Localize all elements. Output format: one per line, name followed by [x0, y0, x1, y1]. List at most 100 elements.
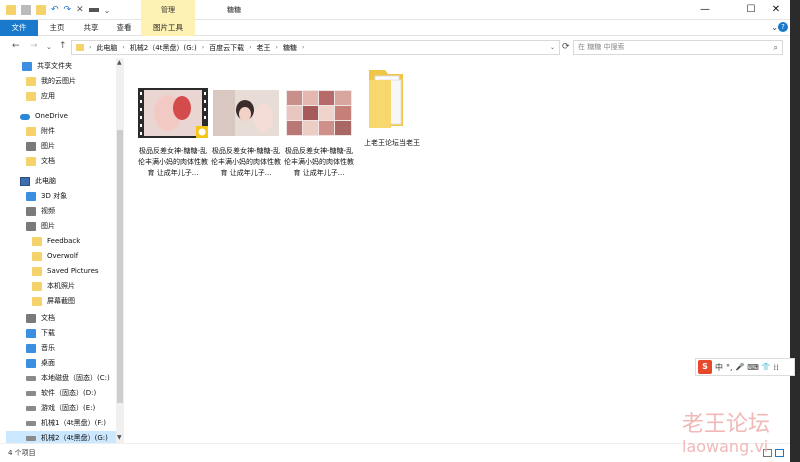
- tab-file[interactable]: 文件: [0, 20, 38, 36]
- context-tab-manage[interactable]: 管理: [141, 0, 195, 20]
- search-placeholder: 在 糖糖 中搜索: [578, 43, 625, 51]
- nav-item-cloud-pictures[interactable]: 我的云图片: [26, 74, 76, 89]
- skin-icon[interactable]: 👕: [762, 363, 771, 371]
- ime-mode-toggle[interactable]: 中: [715, 362, 723, 373]
- music-icon: [26, 344, 36, 353]
- nav-item-screenshots[interactable]: 屏幕截图: [32, 294, 75, 309]
- microphone-icon[interactable]: 🎤: [736, 363, 745, 371]
- image-thumbnail: [284, 88, 354, 138]
- rename-icon[interactable]: [88, 8, 99, 12]
- folder-icon: [26, 127, 36, 136]
- nav-item-onedrive-pictures[interactable]: 图片: [26, 139, 55, 154]
- ribbon-expand-icon[interactable]: ⌄: [771, 23, 778, 32]
- nav-item-documents[interactable]: 文档: [26, 311, 55, 326]
- nav-item-overwolf[interactable]: Overwolf: [32, 249, 78, 264]
- toolbox-icon[interactable]: ⁞⁞: [774, 363, 779, 372]
- back-button[interactable]: ←: [12, 41, 20, 51]
- address-bar[interactable]: › 此电脑 › 机械2（4t黑盘）(G:) › 百度云下载 › 老王 › 糖糖 …: [71, 40, 560, 55]
- watermark-url: laowang.vi: [682, 437, 769, 456]
- folder-icon: [32, 267, 42, 276]
- breadcrumb-laowang[interactable]: 老王: [257, 43, 271, 53]
- drive-icon: [26, 391, 36, 396]
- breadcrumb-current[interactable]: 糖糖: [283, 43, 297, 53]
- status-bar: 4 个项目: [0, 443, 790, 462]
- image-thumbnail-icon: [213, 90, 279, 136]
- nav-item-videos[interactable]: 视频: [26, 204, 55, 219]
- nav-item-feedback[interactable]: Feedback: [32, 234, 80, 249]
- recent-locations-button[interactable]: ⌄: [46, 43, 52, 51]
- file-item-folder[interactable]: 上老王论坛当老王: [357, 66, 427, 149]
- title-bar: ↶ ↷ ✕ ⌄ 管理 糖糖 — ☐ ✕: [0, 0, 790, 20]
- nav-item-this-pc[interactable]: 此电脑: [20, 174, 56, 189]
- customize-toolbar-icon[interactable]: ⌄: [104, 6, 111, 15]
- refresh-button[interactable]: ⟳: [562, 42, 570, 52]
- cube-icon: [26, 192, 36, 201]
- nav-item-downloads[interactable]: 下载: [26, 326, 55, 341]
- folder-icon: [32, 252, 42, 261]
- breadcrumb-baidu-download[interactable]: 百度云下载: [209, 43, 244, 53]
- undo-icon[interactable]: ↶: [51, 5, 59, 15]
- keyboard-icon[interactable]: ⌨: [747, 363, 759, 372]
- drive-icon: [26, 421, 36, 426]
- video-icon: [26, 207, 36, 216]
- large-icons-view-icon[interactable]: [775, 449, 784, 457]
- nav-item-drive-f[interactable]: 机械1（4t黑盘）(F:): [26, 416, 106, 431]
- ime-toolbar[interactable]: S 中 °, 🎤 ⌨ 👕 ⁞⁞: [695, 358, 795, 376]
- close-button[interactable]: ✕: [762, 0, 790, 20]
- punctuation-icon[interactable]: °,: [726, 363, 733, 372]
- redo-icon[interactable]: ↷: [64, 5, 72, 15]
- nav-scrollbar-thumb[interactable]: [117, 130, 123, 403]
- nav-item-camera-roll[interactable]: 本机照片: [32, 279, 75, 294]
- help-icon[interactable]: ?: [778, 22, 788, 32]
- drive-icon: [26, 376, 36, 381]
- ribbon-tabs: 文件 主页 共享 查看 图片工具 ⌄ ?: [0, 20, 790, 36]
- file-name: 极品反差女神-糖糖-乱伦丰满小妈的肉体性教育 让成年儿子...: [211, 147, 281, 177]
- nav-item-drive-d[interactable]: 软件（固态）(D:): [26, 386, 96, 401]
- file-list: 极品反差女神-糖糖-乱伦丰满小妈的肉体性教育 让成年儿子... 极品反差女神-糖…: [124, 58, 790, 443]
- minimize-button[interactable]: —: [682, 0, 728, 20]
- nav-item-onedrive[interactable]: OneDrive: [20, 109, 68, 124]
- tab-share[interactable]: 共享: [76, 20, 106, 36]
- file-item-image-1[interactable]: 极品反差女神-糖糖-乱伦丰满小妈的肉体性教育 让成年儿子...: [211, 88, 281, 179]
- nav-item-drive-e[interactable]: 游戏（固态）(E:): [26, 401, 95, 416]
- search-input[interactable]: 在 糖糖 中搜索 ⌕: [573, 40, 783, 55]
- nav-item-desktop[interactable]: 桌面: [26, 356, 55, 371]
- tab-view[interactable]: 查看: [109, 20, 139, 36]
- file-item-video[interactable]: 极品反差女神-糖糖-乱伦丰满小妈的肉体性教育 让成年儿子...: [138, 88, 208, 179]
- scroll-up-icon[interactable]: ▲: [117, 59, 122, 66]
- nav-item-onedrive-documents[interactable]: 文档: [26, 154, 55, 169]
- image-thumbnail: [211, 88, 281, 138]
- breadcrumb-pc[interactable]: 此电脑: [96, 43, 117, 53]
- desktop-edge: [790, 0, 800, 462]
- breadcrumb-drive-g[interactable]: 机械2（4t黑盘）(G:): [130, 43, 197, 53]
- up-button[interactable]: ↑: [59, 41, 67, 51]
- explorer-window: ↶ ↷ ✕ ⌄ 管理 糖糖 — ☐ ✕ 文件 主页 共享 查看 图片工具 ⌄ ?…: [0, 0, 790, 462]
- sogou-logo-icon[interactable]: S: [698, 360, 712, 374]
- folder-thumbnail: [357, 66, 427, 138]
- file-item-image-2[interactable]: 极品反差女神-糖糖-乱伦丰满小妈的肉体性教育 让成年儿子...: [284, 88, 354, 179]
- navigation-pane: 共享文件夹 我的云图片 应用 OneDrive 附件 图片 文档 此电脑 3D …: [0, 58, 124, 446]
- scroll-down-icon[interactable]: ▼: [117, 434, 122, 441]
- search-icon[interactable]: ⌕: [774, 41, 778, 54]
- tab-home[interactable]: 主页: [42, 20, 72, 36]
- nav-item-shared[interactable]: 共享文件夹: [22, 59, 72, 74]
- new-folder-icon[interactable]: [36, 5, 46, 15]
- properties-icon[interactable]: [21, 5, 31, 15]
- nav-item-saved-pictures[interactable]: Saved Pictures: [32, 264, 99, 279]
- nav-item-3d-objects[interactable]: 3D 对象: [26, 189, 67, 204]
- address-dropdown-icon[interactable]: ⌄: [550, 44, 555, 51]
- nav-item-pictures[interactable]: 图片: [26, 219, 55, 234]
- folder-icon: [26, 77, 36, 86]
- nav-item-apps[interactable]: 应用: [26, 89, 55, 104]
- nav-item-attachments[interactable]: 附件: [26, 124, 55, 139]
- video-thumbnail: [138, 88, 208, 138]
- forward-button[interactable]: →: [30, 41, 38, 51]
- file-name: 极品反差女神-糖糖-乱伦丰满小妈的肉体性教育 让成年儿子...: [138, 147, 208, 177]
- nav-item-drive-c[interactable]: 本地磁盘（固态）(C:): [26, 371, 110, 386]
- nav-item-music[interactable]: 音乐: [26, 341, 55, 356]
- delete-icon[interactable]: ✕: [76, 5, 84, 15]
- drive-icon: [26, 406, 36, 411]
- document-icon: [26, 314, 36, 323]
- tab-picture-tools[interactable]: 图片工具: [141, 20, 195, 36]
- folder-icon: [32, 282, 42, 291]
